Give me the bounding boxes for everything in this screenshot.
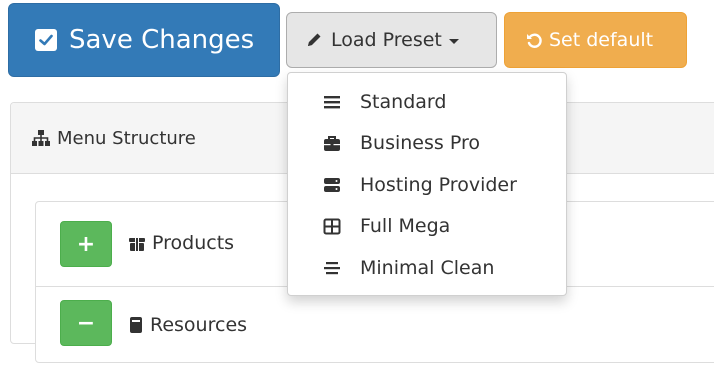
preset-item-standard[interactable]: Standard <box>288 81 566 123</box>
book-icon <box>128 316 144 334</box>
align-icon <box>322 259 342 277</box>
menu-item-row[interactable]: − Resources <box>36 286 714 370</box>
preset-item-hosting-provider[interactable]: Hosting Provider <box>288 164 566 206</box>
caret-down-icon <box>448 38 459 44</box>
preset-label: Business Pro <box>360 132 480 155</box>
menu-item-label: Products <box>128 232 234 254</box>
set-default-button[interactable]: Set default <box>504 12 687 68</box>
load-preset-button[interactable]: Load Preset <box>286 12 497 68</box>
save-changes-label: Save Changes <box>69 25 255 55</box>
preset-label: Standard <box>360 90 447 113</box>
set-default-label: Set default <box>549 29 654 51</box>
preset-item-business-pro[interactable]: Business Pro <box>288 123 566 165</box>
preset-label: Minimal Clean <box>360 256 495 279</box>
expand-button[interactable]: + <box>60 221 112 267</box>
toolbar: Save Changes Load Preset Set default <box>0 0 714 80</box>
briefcase-icon <box>322 134 342 152</box>
collapse-button[interactable]: − <box>60 300 112 346</box>
preset-label: Hosting Provider <box>360 173 517 196</box>
load-preset-label: Load Preset <box>331 29 442 51</box>
menu-item-text: Resources <box>150 314 248 336</box>
undo-icon <box>525 31 543 49</box>
preset-item-minimal-clean[interactable]: Minimal Clean <box>288 247 566 289</box>
sitemap-icon <box>31 129 51 147</box>
server-icon <box>322 176 342 194</box>
menu-item-label: Resources <box>128 314 247 336</box>
box-icon <box>128 234 146 252</box>
preset-label: Full Mega <box>360 215 451 238</box>
preset-item-full-mega[interactable]: Full Mega <box>288 206 566 248</box>
bars-icon <box>322 93 342 111</box>
grid-icon <box>322 217 342 235</box>
panel-title: Menu Structure <box>57 127 196 149</box>
menu-item-text: Products <box>152 232 235 254</box>
preset-dropdown-menu: Standard Business Pro Hosting Provider F… <box>287 72 567 296</box>
save-changes-button[interactable]: Save Changes <box>8 3 280 77</box>
check-square-icon <box>35 29 57 51</box>
pencil-icon <box>305 31 323 49</box>
